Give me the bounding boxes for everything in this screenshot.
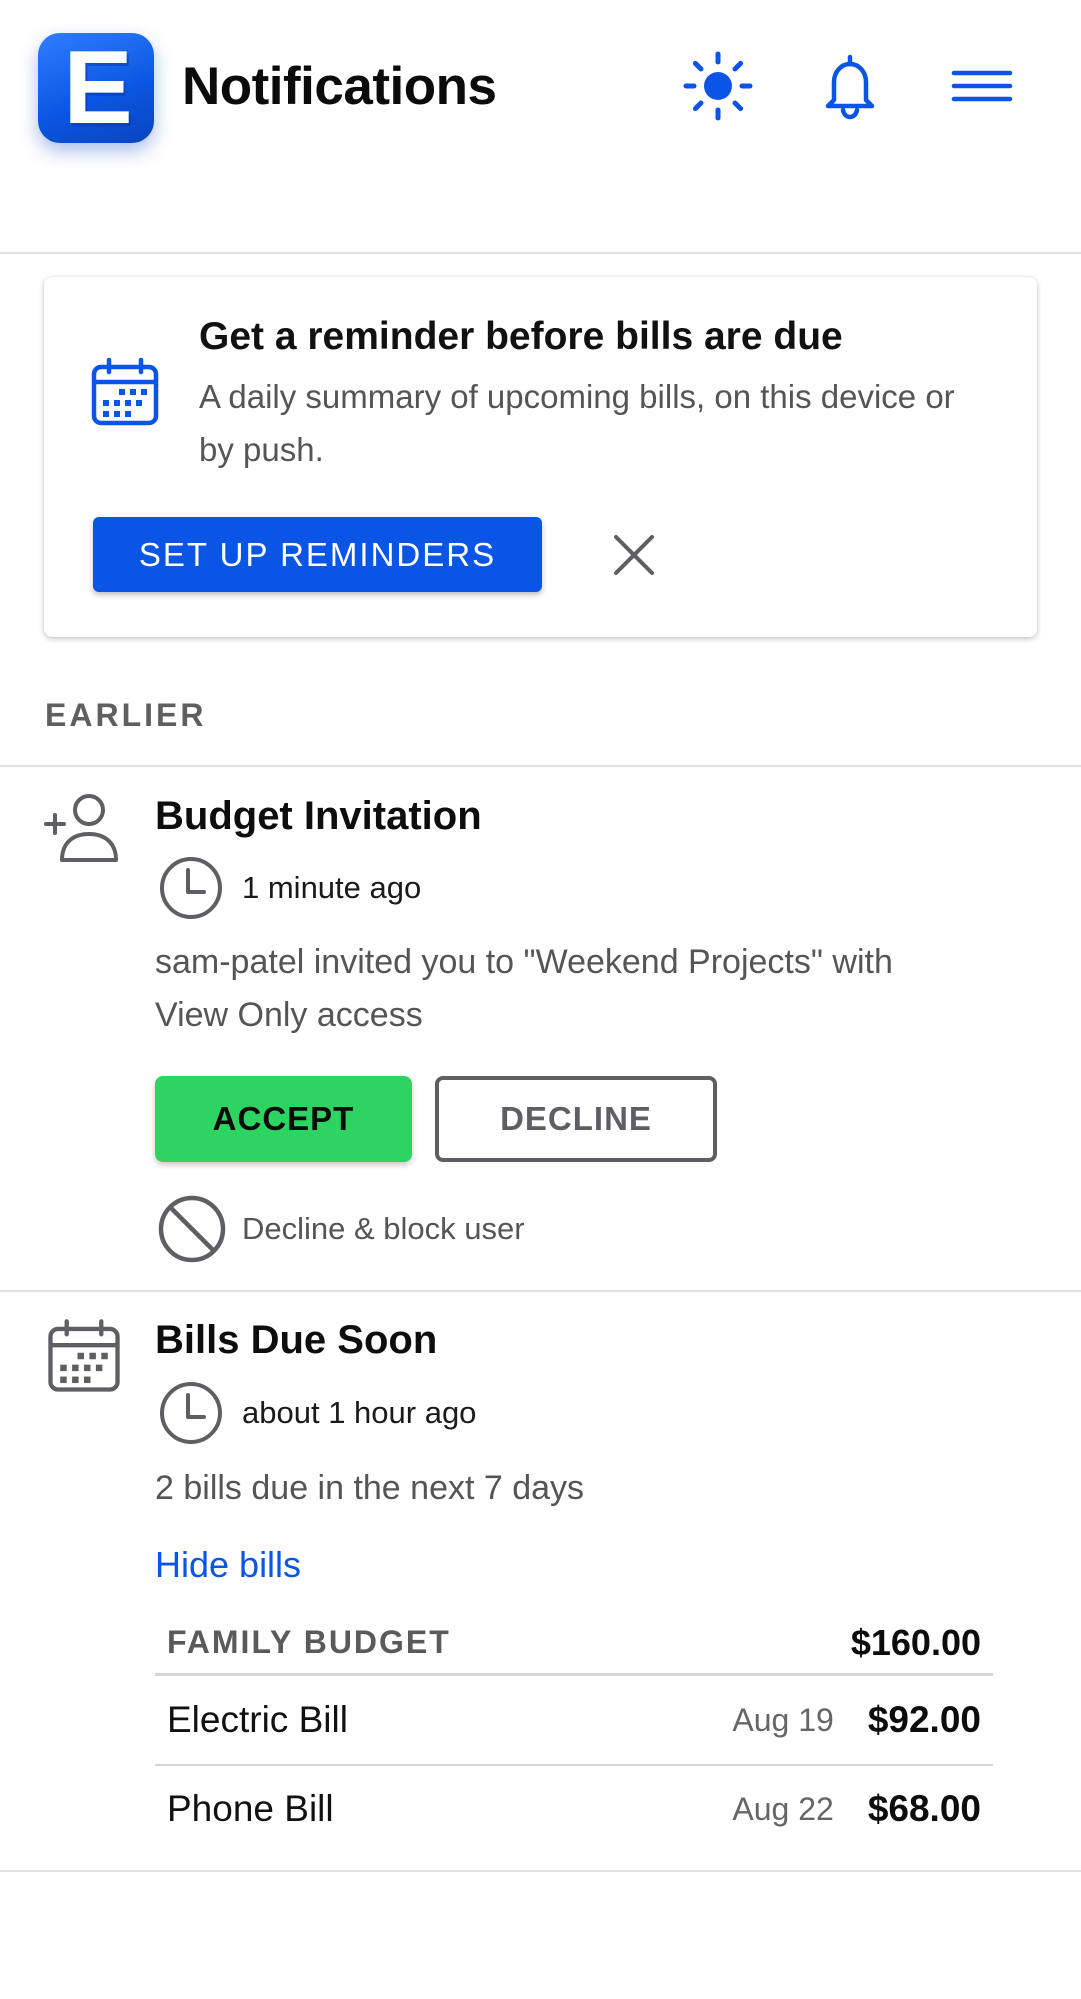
reminder-description: A daily summary of upcoming bills, on th…	[199, 378, 955, 468]
accept-button[interactable]: ACCEPT	[155, 1076, 412, 1162]
app-header: E Notifications	[0, 0, 1081, 254]
section-label-earlier: EARLIER	[45, 697, 207, 733]
hide-bills-link[interactable]: Hide bills	[155, 1544, 301, 1586]
divider	[0, 1870, 1081, 1872]
block-label: Decline & block user	[242, 1211, 525, 1246]
sun-icon[interactable]	[680, 48, 756, 124]
divider	[0, 1290, 1081, 1292]
menu-icon[interactable]	[944, 48, 1020, 124]
budget-total: $160.00	[850, 1621, 981, 1663]
divider	[0, 765, 1081, 767]
calendar-icon	[44, 1316, 124, 1396]
logo-letter: E	[63, 33, 132, 143]
bills-group-header: FAMILY BUDGET $160.00	[155, 1612, 993, 1676]
notification-time: about 1 hour ago	[158, 1380, 476, 1446]
notification-title: Bills Due Soon	[155, 1318, 438, 1362]
app-logo[interactable]: E	[38, 33, 154, 143]
reminder-card: Get a reminder before bills are due A da…	[44, 277, 1037, 637]
bill-amount: $68.00	[867, 1788, 981, 1829]
bill-amount: $92.00	[867, 1699, 981, 1740]
bill-due-date: Aug 19	[732, 1701, 834, 1738]
decline-block-user-link[interactable]: Decline & block user	[157, 1194, 525, 1264]
add-user-icon	[42, 790, 122, 870]
notification-time: 1 minute ago	[158, 855, 421, 921]
set-up-reminders-button[interactable]: SET UP REMINDERS	[93, 517, 542, 592]
bill-name: Electric Bill	[167, 1699, 348, 1740]
budget-name: FAMILY BUDGET	[167, 1624, 451, 1660]
clock-icon	[160, 857, 222, 919]
notification-title: Budget Invitation	[155, 794, 482, 838]
reminder-title: Get a reminder before bills are due	[199, 315, 843, 358]
page-title: Notifications	[182, 57, 497, 116]
notification-body: 2 bills due in the next 7 days	[155, 1469, 585, 1507]
notification-body: sam-patel invited you to "Weekend Projec…	[155, 943, 893, 1034]
bill-row[interactable]: Phone Bill Aug 22 $68.00	[155, 1764, 993, 1852]
decline-button[interactable]: DECLINE	[435, 1076, 717, 1162]
bill-name: Phone Bill	[167, 1788, 334, 1829]
bill-due-date: Aug 22	[732, 1790, 834, 1827]
time-label: about 1 hour ago	[242, 1395, 477, 1430]
bell-icon[interactable]	[812, 48, 888, 124]
calendar-icon	[88, 355, 162, 429]
bill-row[interactable]: Electric Bill Aug 19 $92.00	[155, 1676, 993, 1764]
close-icon[interactable]	[604, 525, 664, 585]
block-icon	[158, 1195, 226, 1263]
bills-table: FAMILY BUDGET $160.00 Electric Bill Aug …	[155, 1612, 993, 1852]
clock-icon	[160, 1382, 222, 1444]
time-label: 1 minute ago	[242, 870, 422, 905]
